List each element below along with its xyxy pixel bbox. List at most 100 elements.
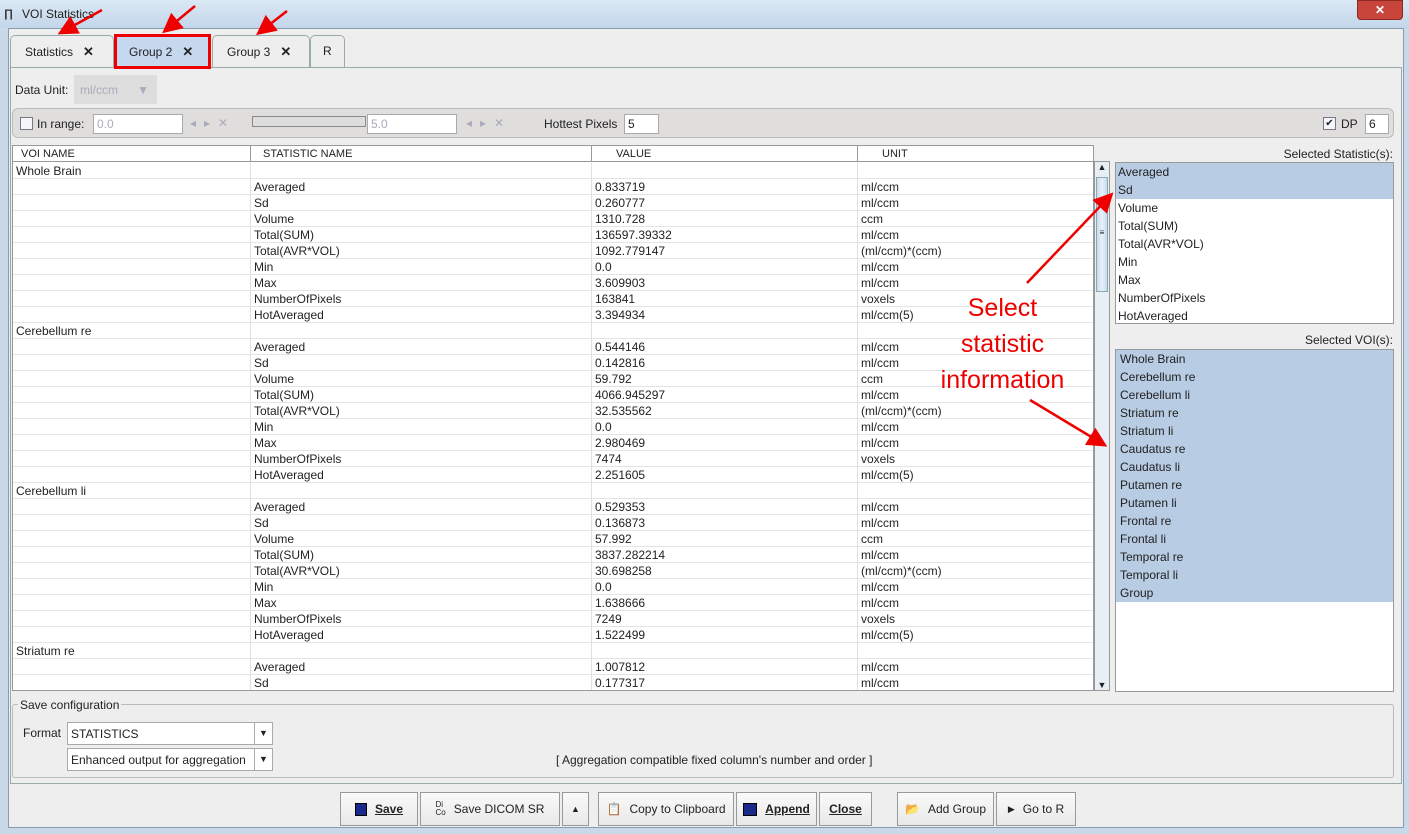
- statistic-list-item[interactable]: Sd: [1116, 181, 1393, 199]
- table-row[interactable]: Total(AVR*VOL) 1092.779147 (ml/ccm)*(ccm): [13, 243, 1093, 259]
- scroll-up-icon[interactable]: ▲: [1095, 162, 1109, 177]
- col-header-value[interactable]: VALUE: [592, 146, 858, 162]
- voi-list-item[interactable]: Striatum li: [1116, 422, 1393, 440]
- range-max-input[interactable]: 5.0: [367, 114, 457, 134]
- close-icon[interactable]: ✕: [280, 44, 291, 59]
- table-row[interactable]: Averaged 0.833719 ml/ccm: [13, 179, 1093, 195]
- range-max-arrows-icon[interactable]: ◂▸✕: [466, 116, 512, 130]
- table-row[interactable]: Sd 0.177317 ml/ccm: [13, 675, 1093, 690]
- go-to-r-button[interactable]: ▶ Go to R: [996, 792, 1076, 826]
- voi-group-row[interactable]: Cerebellum li: [13, 483, 1093, 499]
- voi-list-item[interactable]: Temporal li: [1116, 566, 1393, 584]
- statistic-list-item[interactable]: HotAveraged: [1116, 307, 1393, 325]
- table-row[interactable]: Total(AVR*VOL) 32.535562 (ml/ccm)*(ccm): [13, 403, 1093, 419]
- save-dicom-sr-button[interactable]: Di Co Save DICOM SR: [420, 792, 560, 826]
- range-min-input[interactable]: 0.0: [93, 114, 183, 134]
- voi-list-item[interactable]: Group: [1116, 584, 1393, 602]
- scroll-thumb[interactable]: ≡: [1096, 177, 1108, 292]
- table-cell: Max: [251, 595, 592, 611]
- col-header-statistic[interactable]: STATISTIC NAME: [251, 146, 592, 162]
- table-row[interactable]: Volume 57.992 ccm: [13, 531, 1093, 547]
- voi-list-item[interactable]: Putamen li: [1116, 494, 1393, 512]
- close-button[interactable]: Close: [819, 792, 872, 826]
- table-row[interactable]: Max 2.980469 ml/ccm: [13, 435, 1093, 451]
- window-close-button[interactable]: ✕: [1357, 0, 1403, 20]
- table-row[interactable]: Sd 0.260777 ml/ccm: [13, 195, 1093, 211]
- table-row[interactable]: HotAveraged 2.251605 ml/ccm(5): [13, 467, 1093, 483]
- copy-label: Copy to Clipboard: [629, 802, 726, 816]
- table-row[interactable]: Min 0.0 ml/ccm: [13, 579, 1093, 595]
- table-row[interactable]: Total(AVR*VOL) 30.698258 (ml/ccm)*(ccm): [13, 563, 1093, 579]
- annotation-line: Select: [967, 294, 1038, 322]
- statistic-list-item[interactable]: Max: [1116, 271, 1393, 289]
- table-row[interactable]: NumberOfPixels 7474 voxels: [13, 451, 1093, 467]
- table-cell: Volume: [251, 531, 592, 547]
- statistic-list-item[interactable]: Total(SUM): [1116, 217, 1393, 235]
- voi-list-item[interactable]: Frontal li: [1116, 530, 1393, 548]
- tab-group-3[interactable]: Group 3 ✕: [212, 35, 310, 67]
- voi-list-item[interactable]: Whole Brain: [1116, 350, 1393, 368]
- more-options-button[interactable]: ▲: [562, 792, 589, 826]
- table-cell: 0.0: [592, 579, 858, 595]
- table-cell: [13, 467, 251, 483]
- table-row[interactable]: NumberOfPixels 7249 voxels: [13, 611, 1093, 627]
- format-select[interactable]: STATISTICS ▼: [67, 722, 273, 745]
- table-scrollbar[interactable]: ▲ ≡ ▼: [1094, 161, 1110, 691]
- dp-checkbox[interactable]: ✔: [1323, 117, 1336, 130]
- statistic-list-item[interactable]: Volume: [1116, 199, 1393, 217]
- table-row[interactable]: Min 0.0 ml/ccm: [13, 259, 1093, 275]
- col-header-unit[interactable]: UNIT: [858, 146, 1093, 162]
- voi-group-row[interactable]: Whole Brain: [13, 163, 1093, 179]
- tab-r[interactable]: R: [310, 35, 345, 67]
- table-cell: Sd: [251, 675, 592, 690]
- voi-list-item[interactable]: Caudatus re: [1116, 440, 1393, 458]
- table-row[interactable]: Averaged 0.529353 ml/ccm: [13, 499, 1093, 515]
- voi-list-item[interactable]: Cerebellum li: [1116, 386, 1393, 404]
- append-button[interactable]: Append: [736, 792, 817, 826]
- data-unit-select[interactable]: ml/ccm ▼: [74, 75, 157, 104]
- add-group-button[interactable]: 📂 Add Group: [897, 792, 994, 826]
- table-row[interactable]: Volume 1310.728 ccm: [13, 211, 1093, 227]
- annotation-line: statistic: [960, 330, 1045, 358]
- tab-statistics[interactable]: Statistics ✕: [10, 35, 114, 67]
- range-min-arrows-icon[interactable]: ◂▸✕: [190, 116, 236, 130]
- table-row[interactable]: Total(SUM) 3837.282214 ml/ccm: [13, 547, 1093, 563]
- close-icon[interactable]: ✕: [83, 44, 94, 59]
- statistic-list-item[interactable]: Averaged: [1116, 163, 1393, 181]
- voi-list-item[interactable]: Putamen re: [1116, 476, 1393, 494]
- table-row[interactable]: Max 1.638666 ml/ccm: [13, 595, 1093, 611]
- table-row[interactable]: Min 0.0 ml/ccm: [13, 419, 1093, 435]
- statistic-list-item[interactable]: NumberOfPixels: [1116, 289, 1393, 307]
- col-header-voi[interactable]: VOI NAME: [13, 146, 251, 162]
- table-row[interactable]: Sd 0.136873 ml/ccm: [13, 515, 1093, 531]
- copy-to-clipboard-button[interactable]: 📋 Copy to Clipboard: [598, 792, 734, 826]
- voi-list-item[interactable]: Caudatus li: [1116, 458, 1393, 476]
- range-slider[interactable]: [252, 116, 366, 127]
- table-row[interactable]: Total(SUM) 136597.39332 ml/ccm: [13, 227, 1093, 243]
- table-cell: 3837.282214: [592, 547, 858, 563]
- voi-list-item[interactable]: Frontal re: [1116, 512, 1393, 530]
- table-row[interactable]: Averaged 1.007812 ml/ccm: [13, 659, 1093, 675]
- statistic-list-item[interactable]: Total(AVR*VOL): [1116, 235, 1393, 253]
- statistic-list-item[interactable]: Min: [1116, 253, 1393, 271]
- table-cell: 0.136873: [592, 515, 858, 531]
- table-cell: ml/ccm: [858, 515, 1093, 531]
- table-row[interactable]: Max 3.609903 ml/ccm: [13, 275, 1093, 291]
- table-cell: [13, 611, 251, 627]
- table-row[interactable]: HotAveraged 1.522499 ml/ccm(5): [13, 627, 1093, 643]
- hottest-pixels-input[interactable]: 5: [624, 114, 659, 134]
- scroll-down-icon[interactable]: ▼: [1095, 680, 1109, 690]
- save-button[interactable]: Save: [340, 792, 418, 826]
- output-value: Enhanced output for aggregation: [71, 753, 246, 767]
- voi-group-row[interactable]: Striatum re: [13, 643, 1093, 659]
- in-range-checkbox[interactable]: [20, 117, 33, 130]
- table-cell: [13, 451, 251, 467]
- voi-list-item[interactable]: Temporal re: [1116, 548, 1393, 566]
- table-cell: Volume: [251, 371, 592, 387]
- voi-list-item[interactable]: Cerebellum re: [1116, 368, 1393, 386]
- hottest-pixels-label: Hottest Pixels: [544, 117, 618, 131]
- dp-input[interactable]: 6: [1365, 114, 1389, 134]
- output-select[interactable]: Enhanced output for aggregation ▼: [67, 748, 273, 771]
- table-cell: Volume: [251, 211, 592, 227]
- voi-list-item[interactable]: Striatum re: [1116, 404, 1393, 422]
